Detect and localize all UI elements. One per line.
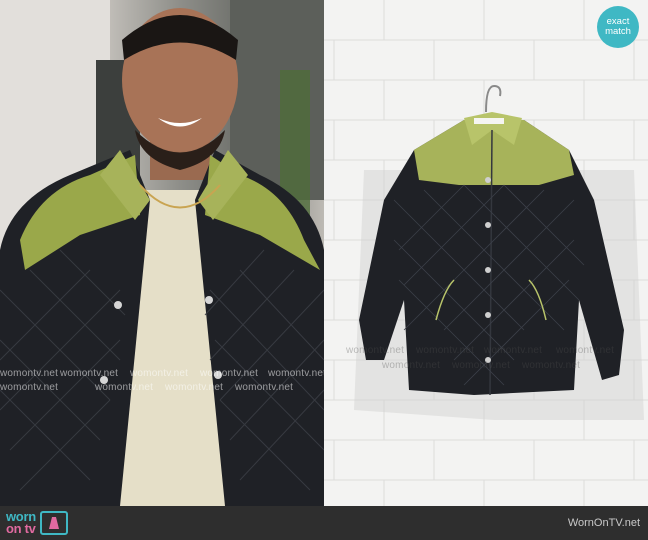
tv-dress-icon xyxy=(39,511,68,535)
footer-bar: worn on tv WornOnTV.net xyxy=(0,506,648,540)
product-comparison: womontv.net womontv.net womontv.net womo… xyxy=(0,0,648,506)
logo-ontv-text: on tv xyxy=(6,521,36,536)
site-name-link[interactable]: WornOnTV.net xyxy=(568,517,640,529)
product-photo: womontv.net womontv.net womontv.net womo… xyxy=(324,0,648,506)
exact-match-badge: exact match xyxy=(597,6,639,48)
person-photo: womontv.net womontv.net womontv.net womo… xyxy=(0,0,324,506)
jacket-illustration xyxy=(324,0,648,506)
person-illustration xyxy=(0,0,324,506)
badge-line-2: match xyxy=(605,26,631,37)
site-logo[interactable]: worn on tv xyxy=(6,510,68,536)
